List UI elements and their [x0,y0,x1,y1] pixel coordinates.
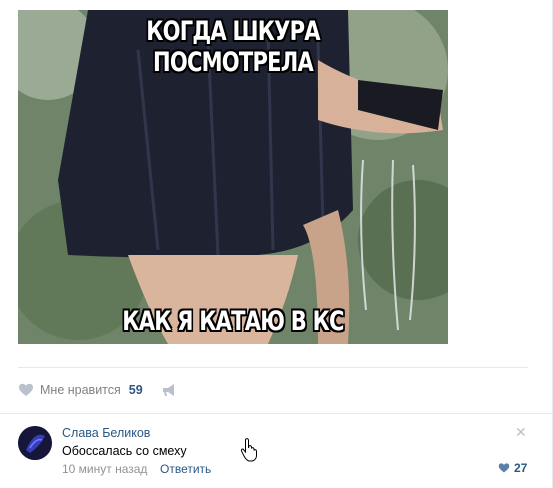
close-icon[interactable]: ✕ [515,425,527,441]
comments-section: Слава Беликов Обоссалась со смеху 10 мин… [0,414,552,488]
hand-pointer-cursor-icon [240,438,257,462]
comment-like-count: 27 [514,461,528,475]
comment-timestamp[interactable]: 10 минут назад [62,462,147,476]
post-image[interactable]: КОГДА ШКУРА ПОСМОТРЕЛА КАК Я КАТАЮ В КС [18,10,448,344]
comment-like-button[interactable]: 27 [498,461,527,475]
like-button-label[interactable]: Мне нравится [40,383,121,397]
heart-icon[interactable] [18,382,34,398]
actions-divider [18,367,528,368]
heart-icon [498,463,510,473]
meme-top-caption: КОГДА ШКУРА ПОСМОТРЕЛА [146,16,320,78]
like-count[interactable]: 59 [129,383,143,397]
reply-button[interactable]: Ответить [160,462,211,476]
comment-author-link[interactable]: Слава Беликов [62,426,150,440]
avatar[interactable] [18,426,52,460]
meme-bottom-caption: КАК Я КАТАЮ В КС [122,306,344,337]
share-megaphone-icon[interactable] [161,382,177,398]
post-actions: Мне нравится 59 [18,380,177,400]
comment-text: Обоссалась со смеху [62,444,187,458]
